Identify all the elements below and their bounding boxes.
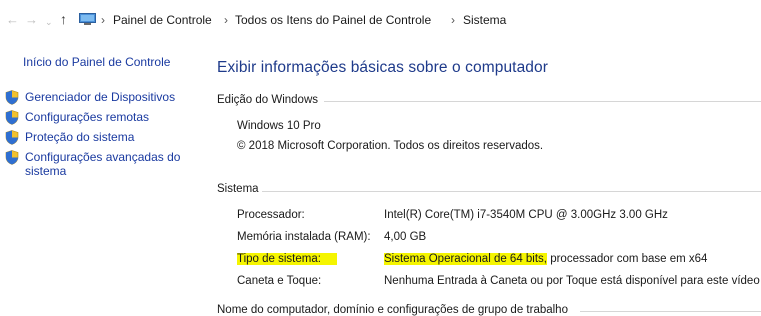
pen-touch-value: Nenhuma Entrada à Caneta ou por Toque es… [384,275,760,287]
breadcrumb-all-items[interactable]: Todos os Itens do Painel de Controle [235,12,431,28]
section-divider [580,311,761,312]
system-type-highlight: Sistema Operacional de 64 bits, [384,253,548,265]
back-button[interactable]: ← [6,12,19,28]
section-divider [262,191,761,192]
system-type-rest: processador com base em x64 [547,253,708,265]
shield-icon [5,90,19,105]
breadcrumb-separator: › [451,13,455,27]
breadcrumb-control-panel[interactable]: Painel de Controle [113,12,212,28]
sidebar-home-link[interactable]: Início do Painel de Controle [23,55,170,70]
section-divider [324,101,761,102]
breadcrumb-system[interactable]: Sistema [463,12,506,28]
shield-icon [5,130,19,145]
pen-touch-label: Caneta e Toque: [237,275,322,287]
sidebar-item-system-protection[interactable]: Proteção do sistema [25,130,134,144]
breadcrumb-separator: › [101,13,105,27]
computer-icon [79,13,96,25]
sidebar-item-advanced-settings[interactable]: Configurações avançadas do sistema [25,150,180,178]
shield-icon [5,110,19,125]
forward-button[interactable]: → [25,12,38,28]
sidebar-item-label[interactable]: sistema [25,164,66,178]
section-heading-windows-edition: Edição do Windows [217,94,318,106]
system-type-label: Tipo de sistema: [237,253,337,265]
ram-value: 4,00 GB [384,231,427,243]
ram-label: Memória instalada (RAM): [237,231,371,243]
recent-locations-dropdown[interactable]: ⌄ [45,14,53,30]
copyright-text: © 2018 Microsoft Corporation. Todos os d… [237,140,544,152]
processor-value: Intel(R) Core(TM) i7-3540M CPU @ 3.00GHz… [384,209,668,221]
processor-label: Processador: [237,209,305,221]
section-heading-system: Sistema [217,183,259,195]
windows-edition-value: Windows 10 Pro [237,120,321,132]
sidebar-item-remote-settings[interactable]: Configurações remotas [25,110,149,124]
section-heading-computer-name: Nome do computador, domínio e configuraç… [217,304,568,316]
page-title: Exibir informações básicas sobre o compu… [217,59,549,76]
up-button[interactable]: ↑ [60,11,67,27]
sidebar-item-label[interactable]: Configurações avançadas do [25,150,180,164]
shield-icon [5,150,19,165]
system-type-value: Sistema Operacional de 64 bits, processa… [384,253,707,265]
breadcrumb-separator: › [224,13,228,27]
sidebar-item-device-manager[interactable]: Gerenciador de Dispositivos [25,90,175,104]
